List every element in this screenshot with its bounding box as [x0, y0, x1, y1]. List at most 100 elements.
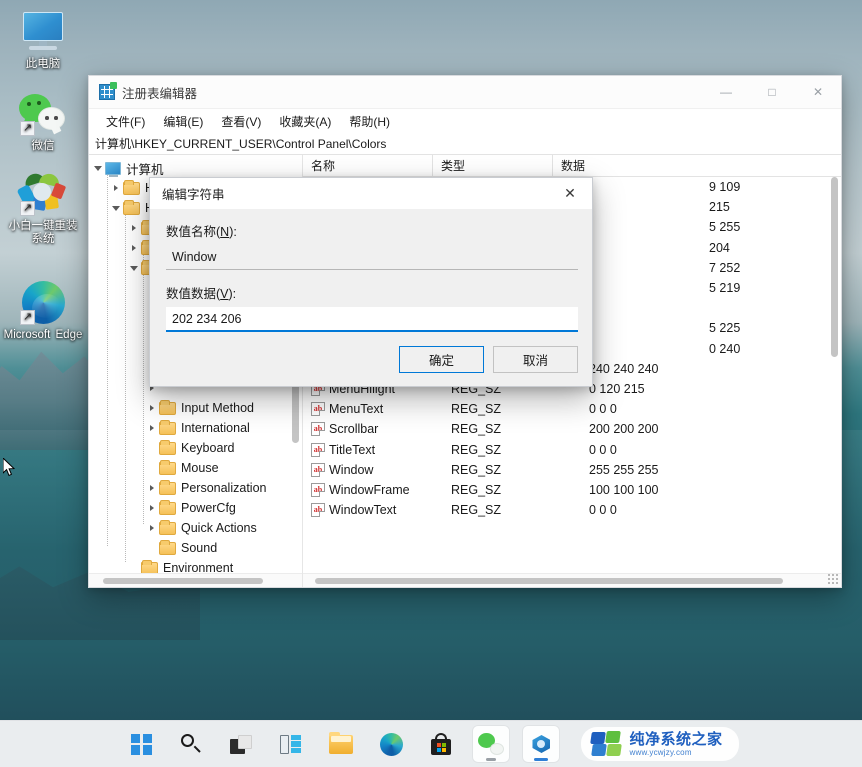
folder-icon	[123, 199, 140, 215]
list-horizontal-scrollbar[interactable]	[303, 573, 841, 587]
chevron-right-icon[interactable]	[145, 498, 159, 518]
cell-data: 0 0 0	[589, 442, 617, 457]
taskbar-file-explorer-button[interactable]	[323, 726, 359, 762]
registry-editor-window[interactable]: 注册表编辑器 — □ ✕ 文件(F) 编辑(E) 查看(V) 收藏夹(A) 帮助…	[88, 75, 842, 588]
desktop-icon-label-2: Edge	[55, 329, 83, 341]
chevron-right-icon[interactable]	[145, 418, 159, 438]
tree-node-input-method[interactable]: Input Method	[89, 398, 302, 418]
list-vertical-scrollbar[interactable]	[827, 177, 841, 573]
desktop-icon-label: 此电脑	[25, 58, 61, 70]
column-headers[interactable]: 名称 类型 数据	[303, 155, 841, 177]
ok-button[interactable]: 确定	[399, 346, 484, 373]
address-bar[interactable]: 计算机\HKEY_CURRENT_USER\Control Panel\Colo…	[89, 133, 841, 155]
taskbar-start-button[interactable]	[123, 726, 159, 762]
menu-item-help[interactable]: 帮助(H)	[340, 111, 399, 132]
menu-bar[interactable]: 文件(F) 编辑(E) 查看(V) 收藏夹(A) 帮助(H)	[89, 109, 841, 133]
menu-item-favorites[interactable]: 收藏夹(A)	[270, 111, 340, 132]
folder-icon	[159, 499, 176, 515]
value-data-input[interactable]: 202 234 206	[166, 307, 578, 332]
search-icon	[181, 734, 202, 754]
tree-horizontal-scrollbar[interactable]	[89, 573, 302, 587]
close-button[interactable]: ✕	[795, 76, 841, 109]
tree-node-label: Input Method	[181, 401, 254, 415]
maximize-button[interactable]: □	[749, 76, 795, 109]
cancel-button[interactable]: 取消	[493, 346, 578, 373]
desktop-icon-this-pc[interactable]: 此电脑	[0, 6, 86, 71]
tree-node-keyboard[interactable]: Keyboard	[89, 438, 302, 458]
menu-item-file[interactable]: 文件(F)	[97, 111, 154, 132]
string-value-icon: ab	[311, 402, 325, 417]
table-row[interactable]: ab Window REG_SZ 255 255 255	[303, 460, 841, 480]
folder-icon	[159, 419, 176, 435]
taskbar-wechat-button[interactable]	[473, 726, 510, 762]
tree-node-sound[interactable]: Sound	[89, 538, 302, 558]
cell-data: 255 255 255	[589, 462, 659, 477]
cell-name: WindowText	[329, 503, 397, 518]
taskbar-regedit-button[interactable]	[523, 726, 560, 762]
minimize-button[interactable]: —	[703, 76, 749, 109]
value-name-field-group: 数值名称(N): Window	[166, 221, 578, 270]
cell-data: 5 219	[709, 281, 741, 296]
widgets-icon	[280, 734, 302, 754]
tree-node-label: 计算机	[126, 162, 164, 177]
table-row[interactable]: ab WindowFrame REG_SZ 100 100 100	[303, 480, 841, 500]
value-name-input[interactable]: Window	[166, 245, 578, 270]
desktop-icon-edge[interactable]: ↗ Microsoft Edge	[0, 277, 86, 342]
table-row[interactable]: ab Scrollbar REG_SZ 200 200 200	[303, 419, 841, 439]
shortcut-overlay-icon: ↗	[20, 201, 35, 216]
column-header-data[interactable]: 数据	[553, 155, 841, 176]
desktop-icon-xiaobai[interactable]: ↗ 小白一键重装 系统	[0, 168, 86, 246]
cell-type: REG_SZ	[451, 462, 502, 477]
window-titlebar[interactable]: 注册表编辑器 — □ ✕	[89, 76, 841, 109]
taskbar-edge-button[interactable]	[373, 726, 409, 762]
folder-icon	[159, 519, 176, 535]
close-icon[interactable]: ✕	[548, 178, 592, 209]
column-header-type[interactable]: 类型	[433, 155, 553, 176]
column-header-name[interactable]: 名称	[303, 155, 433, 176]
taskbar-task-view-button[interactable]	[223, 726, 259, 762]
tree-node-mouse[interactable]: Mouse	[89, 458, 302, 478]
desktop[interactable]: 此电脑 ↗ 微信 ↗ 小白一键重装 系统 ↗ Microsoft Edge 注册…	[0, 0, 862, 767]
chevron-right-icon[interactable]	[145, 518, 159, 538]
cell-data: 0 0 0	[589, 503, 617, 518]
tree-node-personalization[interactable]: Personalization	[89, 478, 302, 498]
table-row[interactable]: ab WindowText REG_SZ 0 0 0	[303, 500, 841, 520]
string-value-icon: ab	[311, 462, 325, 477]
cell-name: MenuText	[329, 402, 384, 417]
tree-node-powercfg[interactable]: PowerCfg	[89, 498, 302, 518]
taskbar-store-button[interactable]	[423, 726, 459, 762]
chevron-right-icon[interactable]	[127, 238, 141, 258]
table-row[interactable]: ab TitleText REG_SZ 0 0 0	[303, 439, 841, 459]
menu-item-view[interactable]: 查看(V)	[212, 111, 270, 132]
table-row[interactable]: ab MenuText REG_SZ 0 0 0	[303, 399, 841, 419]
tree-node-environment[interactable]: Environment	[89, 558, 302, 573]
list-hscroll-thumb[interactable]	[315, 577, 783, 584]
list-scroll-thumb[interactable]	[831, 177, 838, 357]
tree-hscroll-thumb[interactable]	[103, 577, 263, 584]
chevron-right-icon[interactable]	[127, 218, 141, 238]
folder-icon	[141, 559, 158, 573]
tree-node-international[interactable]: International	[89, 418, 302, 438]
taskbar-widgets-button[interactable]	[273, 726, 309, 762]
dialog-titlebar[interactable]: 编辑字符串 ✕	[150, 178, 592, 209]
edit-string-dialog[interactable]: 编辑字符串 ✕ 数值名称(N): Window 数值数据(V): 202 234…	[149, 177, 593, 387]
tree-node-computer[interactable]: 计算机	[89, 158, 302, 178]
chevron-right-icon[interactable]	[145, 398, 159, 418]
menu-item-edit[interactable]: 编辑(E)	[154, 111, 212, 132]
chevron-down-icon[interactable]	[127, 258, 141, 278]
resize-grip[interactable]	[827, 573, 839, 585]
folder-icon	[159, 459, 176, 475]
running-indicator	[534, 758, 549, 761]
tree-scroll-thumb[interactable]	[292, 383, 299, 443]
chevron-right-icon[interactable]	[145, 478, 159, 498]
tree-node-quick-actions[interactable]: Quick Actions	[89, 518, 302, 538]
chevron-down-icon[interactable]	[109, 198, 123, 218]
taskbar[interactable]: 纯净系统之家 www.ycwjzy.com	[0, 720, 862, 767]
chevron-right-icon[interactable]	[109, 178, 123, 198]
store-bag-icon	[431, 733, 452, 755]
taskbar-search-button[interactable]	[173, 726, 209, 762]
cell-data: 100 100 100	[589, 482, 659, 497]
desktop-icon-wechat[interactable]: ↗ 微信	[0, 88, 86, 153]
window-controls[interactable]: — □ ✕	[703, 76, 841, 109]
chevron-down-icon[interactable]	[91, 158, 105, 178]
